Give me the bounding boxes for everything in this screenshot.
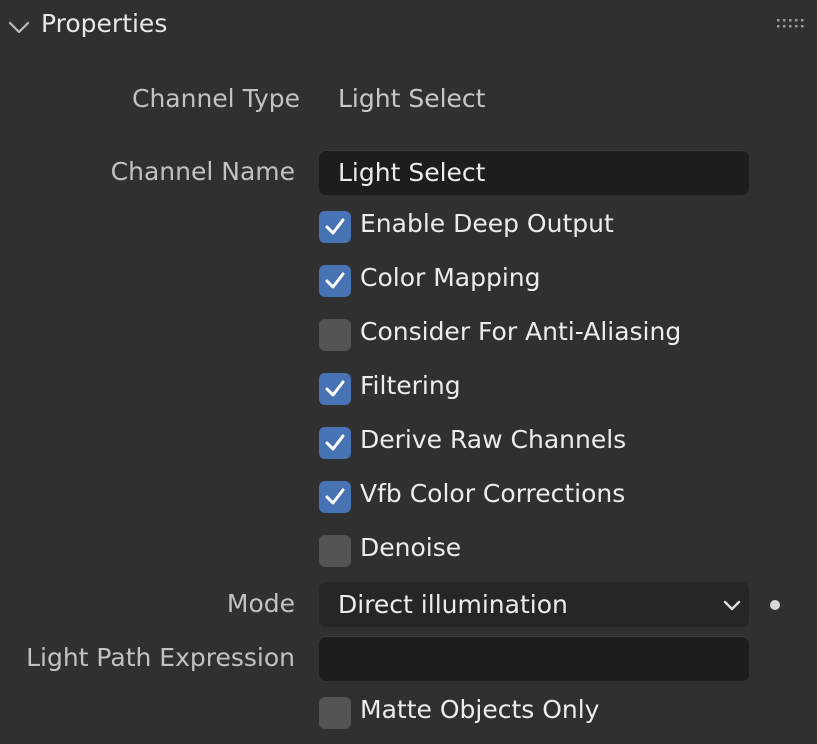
channel-name-field[interactable]: Light Select xyxy=(319,150,749,195)
keyframe-dot-icon[interactable] xyxy=(770,600,780,610)
checkbox-box[interactable] xyxy=(319,697,351,729)
chevron-down-icon xyxy=(723,600,741,611)
checkbox-box[interactable] xyxy=(319,481,351,513)
checkmark-icon xyxy=(325,218,345,235)
channel-type-value: Light Select xyxy=(338,84,486,113)
checkbox-box[interactable] xyxy=(319,373,351,405)
channel-type-label: Channel Type xyxy=(131,84,300,113)
checkbox-label: Enable Deep Output xyxy=(360,209,614,238)
checkmark-icon xyxy=(325,272,345,289)
mode-dropdown[interactable]: Direct illumination xyxy=(319,582,749,627)
checkbox-label: Derive Raw Channels xyxy=(360,425,627,454)
channel-name-label: Channel Name xyxy=(110,157,295,186)
properties-panel-header[interactable]: Properties xyxy=(0,0,817,52)
light-path-expression-label: Light Path Expression xyxy=(26,643,295,672)
chevron-down-icon[interactable] xyxy=(8,16,30,38)
checkbox-label: Denoise xyxy=(360,533,462,562)
checkbox-label: Color Mapping xyxy=(360,263,541,292)
light-path-expression-field[interactable] xyxy=(319,636,749,681)
checkbox-box[interactable] xyxy=(319,427,351,459)
checkbox-box[interactable] xyxy=(319,319,351,351)
mode-label: Mode xyxy=(226,589,295,618)
checkmark-icon xyxy=(325,488,345,505)
checkbox-box[interactable] xyxy=(319,535,351,567)
mode-value: Direct illumination xyxy=(338,590,568,619)
checkmark-icon xyxy=(325,380,345,397)
panel-title: Properties xyxy=(41,9,168,38)
checkbox-box[interactable] xyxy=(319,211,351,243)
checkbox-label: Consider For Anti-Aliasing xyxy=(360,317,682,346)
checkbox-label: Vfb Color Corrections xyxy=(360,479,626,508)
checkbox-label: Matte Objects Only xyxy=(360,695,600,724)
checkbox-label: Filtering xyxy=(360,371,461,400)
checkmark-icon xyxy=(325,434,345,451)
channel-name-value: Light Select xyxy=(338,158,486,187)
grip-icon[interactable] xyxy=(776,17,804,31)
checkbox-box[interactable] xyxy=(319,265,351,297)
